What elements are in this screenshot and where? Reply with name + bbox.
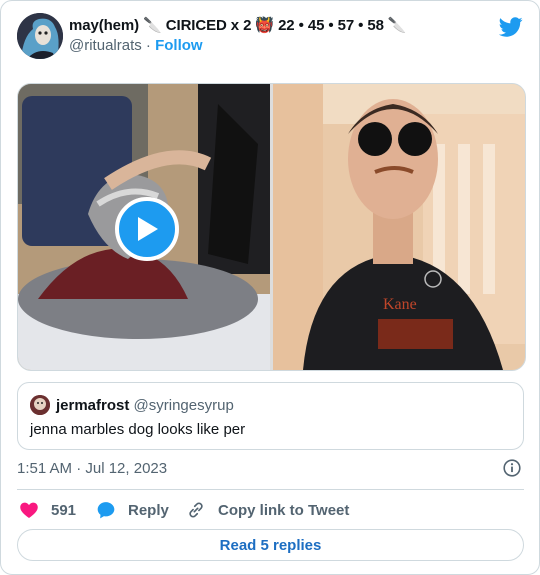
quoted-author: jermafrost @syringesyrup [56, 397, 234, 414]
media-grid: Kane [17, 83, 526, 371]
author-handle[interactable]: @ritualrats [69, 37, 142, 54]
quoted-author-name: jermafrost [56, 397, 130, 414]
play-icon [138, 217, 158, 241]
heart-icon [19, 500, 39, 520]
link-icon [186, 500, 206, 520]
like-count: 591 [51, 501, 77, 519]
read-replies-button[interactable]: Read 5 replies [17, 529, 524, 561]
reply-bubble-icon [96, 500, 116, 520]
follow-link[interactable]: Follow [155, 37, 203, 54]
info-icon[interactable] [503, 459, 521, 477]
copy-link-label: Copy link to Tweet [218, 501, 350, 519]
quoted-tweet-text: jenna marbles dog looks like per [30, 421, 246, 438]
reply-button[interactable]: Reply [96, 500, 169, 520]
divider [17, 489, 524, 490]
copy-link-button[interactable]: Copy link to Tweet [186, 500, 349, 520]
quoted-tweet[interactable]: jermafrost @syringesyrup jenna marbles d… [17, 382, 524, 450]
author-avatar[interactable] [17, 13, 63, 59]
photo[interactable]: Kane [273, 84, 525, 370]
like-button[interactable]: 591 [19, 500, 76, 520]
tweet-card: may(hem) 🔪 CIRICED x 2 👹 22 • 45 • 57 • … [0, 0, 540, 575]
handle-separator: · [145, 37, 151, 54]
reply-label: Reply [128, 501, 169, 519]
play-button[interactable] [115, 197, 179, 261]
tweet-timestamp[interactable]: 1:51 AM · Jul 12, 2023 [17, 460, 167, 477]
video-thumbnail[interactable] [18, 84, 270, 370]
quoted-author-avatar [30, 395, 50, 415]
quoted-author-handle: @syringesyrup [133, 397, 234, 414]
twitter-bird-icon[interactable] [498, 15, 523, 39]
author-name[interactable]: may(hem) 🔪 CIRICED x 2 👹 22 • 45 • 57 • … [69, 16, 407, 34]
author-handle-row: @ritualrats · Follow [69, 37, 203, 54]
svg-text:Kane: Kane [383, 296, 417, 313]
